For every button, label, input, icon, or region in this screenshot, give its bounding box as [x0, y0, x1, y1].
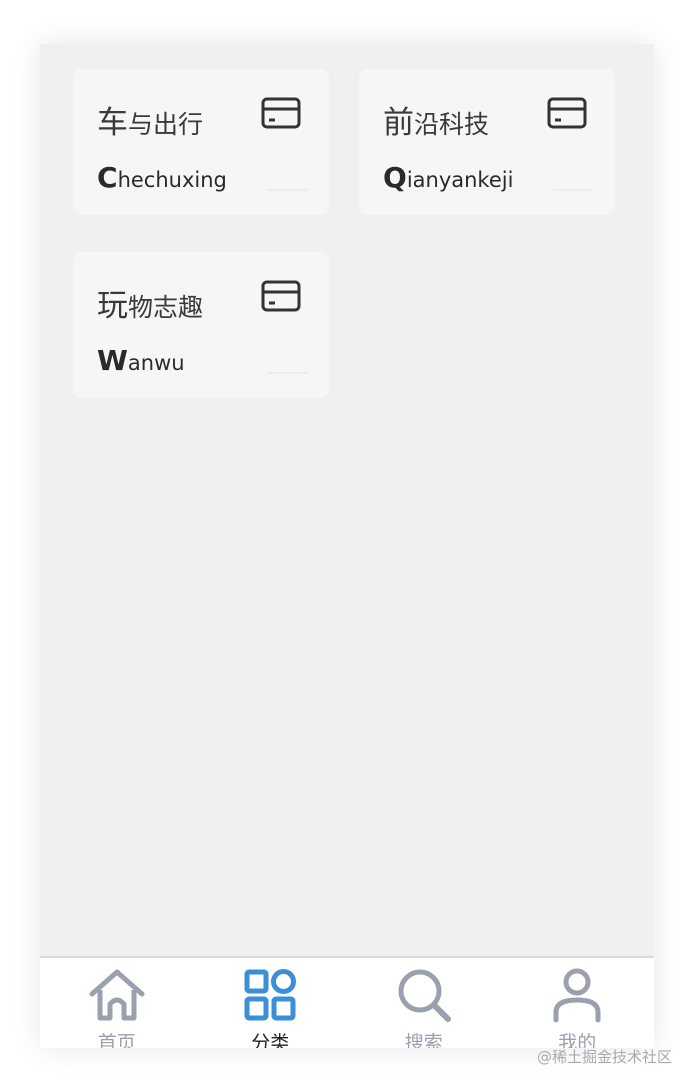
pinyin-initial: W	[97, 344, 128, 377]
pinyin-rest: hechuxing	[117, 168, 227, 192]
card-divider	[553, 189, 593, 191]
tab-home[interactable]: 首页	[40, 958, 194, 1048]
card-pinyin: Qianyankeji	[383, 161, 513, 194]
home-icon	[89, 969, 145, 1021]
pinyin-initial: Q	[383, 161, 407, 194]
tab-category[interactable]: 分类	[194, 958, 348, 1048]
tab-search[interactable]: 搜索	[347, 958, 501, 1048]
card-icon	[261, 280, 301, 312]
pinyin-rest: ianyankeji	[406, 168, 514, 192]
tab-label: 首页	[97, 1032, 136, 1048]
watermark: @稀土掘金技术社区	[536, 1048, 672, 1066]
category-card-qianyankeji[interactable]: 前沿科技 Qianyankeji	[359, 69, 615, 215]
card-title: 前沿科技	[383, 97, 489, 142]
card-pinyin: Wanwu	[97, 344, 185, 377]
category-card-wanwu[interactable]: 玩物志趣 Wanwu	[73, 252, 329, 398]
tab-label: 我的	[558, 1032, 597, 1048]
card-icon	[261, 97, 301, 129]
card-pinyin: Chechuxing	[97, 161, 227, 194]
tab-label: 搜索	[404, 1032, 443, 1048]
card-title-rest: 沿科技	[414, 110, 490, 139]
search-icon	[398, 969, 451, 1022]
category-grid-icon	[244, 969, 297, 1021]
category-card-chechuxing[interactable]: 车与出行 Chechuxing	[73, 69, 329, 215]
phone-screen: 车与出行 Chechuxing 前沿科技 Qianyankeji 玩物志趣 Wa…	[40, 44, 654, 1048]
pinyin-rest: anwu	[127, 351, 185, 375]
bottom-tab-bar: 首页 分类 搜索 我的	[40, 956, 654, 1048]
tab-profile[interactable]: 我的	[501, 958, 655, 1048]
card-title-rest: 物志趣	[128, 293, 204, 322]
tab-label: 分类	[251, 1032, 290, 1048]
card-divider	[267, 372, 307, 374]
card-icon	[547, 97, 587, 129]
card-title: 玩物志趣	[97, 280, 203, 325]
card-title-first-char: 玩	[97, 288, 128, 324]
card-divider	[267, 189, 307, 191]
card-title-first-char: 车	[97, 105, 128, 141]
profile-icon	[553, 968, 601, 1023]
card-title-rest: 与出行	[128, 110, 204, 139]
card-title-first-char: 前	[383, 105, 414, 141]
pinyin-initial: C	[97, 161, 118, 194]
card-title: 车与出行	[97, 97, 203, 142]
